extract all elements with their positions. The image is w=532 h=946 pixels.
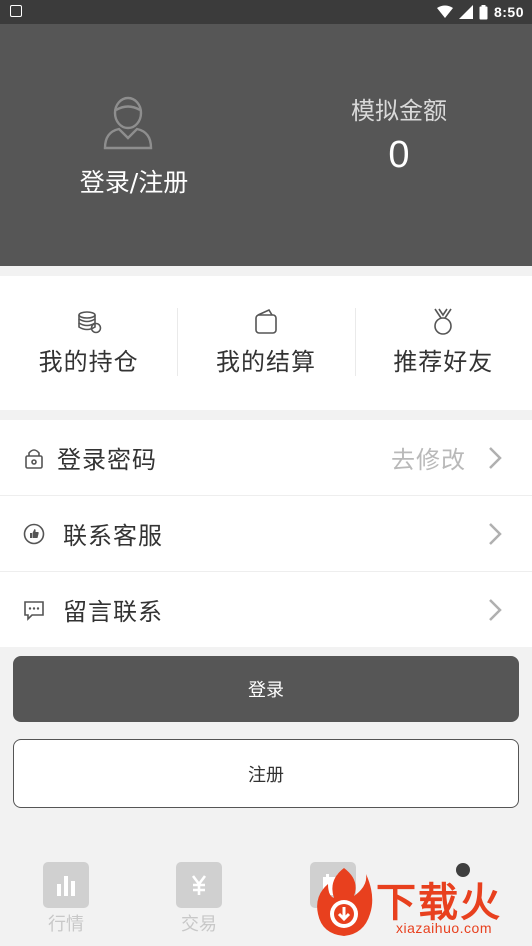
recommend-friends-label: 推荐好友 xyxy=(393,348,494,376)
nav-item-market[interactable]: 行情 xyxy=(21,862,111,936)
menu-item-login-password[interactable]: 登录密码 去修改 xyxy=(0,420,532,496)
wallet-icon xyxy=(255,308,277,334)
thumbs-up-icon xyxy=(23,523,45,544)
message-icon xyxy=(24,600,44,621)
menu-label-contact-support: 联系客服 xyxy=(63,522,163,550)
balance-value: 0 xyxy=(388,134,410,176)
watermark-logo: 下载火 xiazaihuo.com xyxy=(312,862,530,944)
chevron-right-icon xyxy=(489,598,502,621)
login-register-link[interactable]: 登录/注册 xyxy=(54,163,214,199)
login-button[interactable]: 登录 xyxy=(13,656,519,722)
medal-icon xyxy=(434,308,453,335)
menu-item-contact-support[interactable]: 联系客服 xyxy=(0,496,532,572)
status-indicators: 8:50 xyxy=(436,3,524,21)
status-bar: 8:50 xyxy=(0,0,532,24)
yuan-icon xyxy=(176,862,222,908)
menu-value-change[interactable]: 去修改 xyxy=(391,440,466,475)
menu-label-leave-message: 留言联系 xyxy=(63,598,163,626)
nav-item-trade[interactable]: 交易 xyxy=(154,862,244,936)
my-settlement-button[interactable]: 我的结算 xyxy=(177,276,354,410)
settings-menu: 登录密码 去修改 联系客服 留言联系 xyxy=(0,420,532,647)
notification-icon xyxy=(10,5,22,17)
watermark-url: xiazaihuo.com xyxy=(396,920,492,936)
chevron-right-icon xyxy=(489,446,502,469)
register-button[interactable]: 注册 xyxy=(13,739,519,808)
status-time: 8:50 xyxy=(493,4,524,20)
wifi-icon xyxy=(436,5,453,18)
coins-stack-icon xyxy=(77,311,101,334)
lock-icon xyxy=(25,448,43,469)
battery-icon xyxy=(479,4,488,19)
menu-label-login-password: 登录密码 xyxy=(57,446,157,474)
menu-item-leave-message[interactable]: 留言联系 xyxy=(0,572,532,647)
my-settlement-label: 我的结算 xyxy=(215,348,316,376)
my-positions-button[interactable]: 我的持仓 xyxy=(0,276,177,410)
avatar-icon[interactable] xyxy=(103,94,153,150)
my-positions-label: 我的持仓 xyxy=(38,348,139,376)
nav-label-trade: 交易 xyxy=(181,914,217,935)
nav-label-market: 行情 xyxy=(48,914,84,935)
chevron-right-icon xyxy=(489,522,502,545)
quick-actions-panel: 我的持仓 我的结算 推荐好友 xyxy=(0,276,532,410)
signal-icon xyxy=(458,5,473,19)
flame-logo-icon xyxy=(317,868,373,936)
profile-header: 登录/注册 模拟金额 0 xyxy=(0,24,532,266)
recommend-friends-button[interactable]: 推荐好友 xyxy=(354,276,532,410)
balance-label: 模拟金额 xyxy=(351,97,447,125)
chart-bars-icon xyxy=(43,862,89,908)
